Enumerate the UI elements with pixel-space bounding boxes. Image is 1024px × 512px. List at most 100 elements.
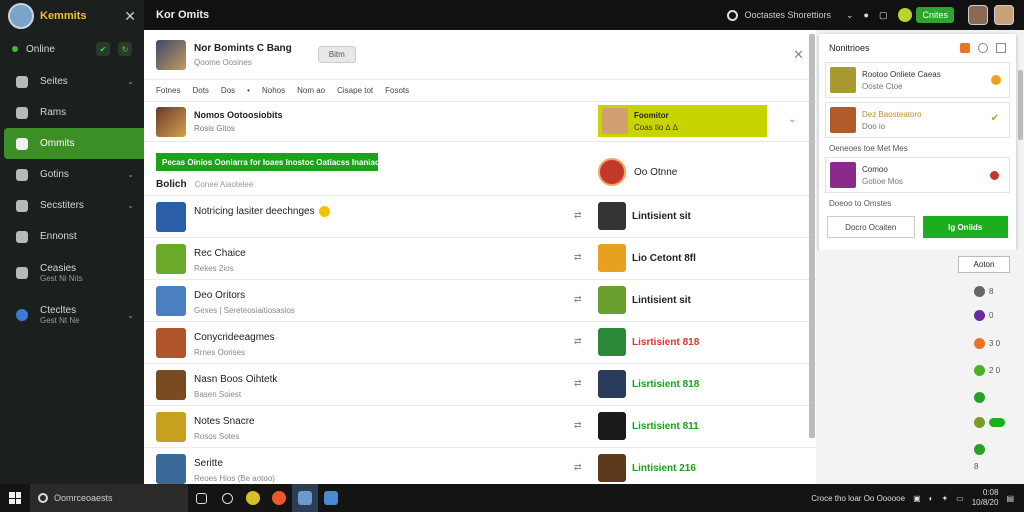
game-icon: [974, 444, 985, 455]
battery-icon[interactable]: ▭: [956, 494, 964, 503]
list-item[interactable]: Seritte Reoes Hios (Be aotoo) ⇄ Lintisient …: [144, 447, 816, 488]
right-column-header: Oo Otnne: [598, 158, 677, 186]
swap-icon[interactable]: ⇄: [574, 252, 582, 263]
sidebar-item[interactable]: Ctecltes Gest Nt Ne ⌄: [0, 294, 144, 336]
close-icon[interactable]: ✕: [124, 8, 136, 25]
tab-item[interactable]: Fosots: [385, 86, 409, 95]
settings-icon[interactable]: [978, 43, 988, 53]
card-title: Dez Baosteatoro: [862, 109, 922, 119]
notification-icon[interactable]: ●: [864, 10, 869, 20]
game-thumbnail[interactable]: [156, 39, 186, 70]
item-subtitle: Gexes | Sereteosiaitiosasios: [194, 306, 295, 315]
sidebar-item-text: Ctecltes Gest Nt Ne: [40, 305, 115, 325]
window-icon[interactable]: ▢: [879, 10, 888, 21]
list-item[interactable]: Rec Chaice Rekes 2ios ⇄ Lio Cetont 8fl: [144, 237, 816, 278]
media-icon[interactable]: [266, 484, 292, 512]
sidebar-item[interactable]: Rams: [0, 97, 144, 128]
stat-value: 2 0: [989, 366, 1001, 375]
settings-icon[interactable]: ✦: [941, 494, 948, 503]
swap-icon[interactable]: ⇄: [574, 210, 582, 221]
notification-center-icon[interactable]: ▤: [1006, 494, 1014, 503]
section-label: Oeneoes toe Met Mes: [829, 144, 908, 153]
tab-item[interactable]: Fotnes: [156, 86, 180, 95]
sidebar-item[interactable]: Secstiters ⌄: [0, 190, 144, 221]
item-title: Conycrideeagmes: [194, 332, 275, 343]
right-column-title: Oo Otnne: [634, 166, 678, 178]
action-button[interactable]: Aoton: [958, 256, 1010, 273]
taskbar-search[interactable]: Oomrceoaests: [30, 484, 188, 512]
secondary-button[interactable]: Docro Ocaiten: [827, 216, 915, 238]
sidebar-header: Kemmits ✕: [0, 0, 144, 32]
main-scrollbar[interactable]: [809, 34, 815, 438]
sidebar-item[interactable]: Ommits: [4, 128, 144, 159]
sidebar-item[interactable]: Seites ⌄: [0, 66, 144, 97]
sidebar-item-sublabel: Gest Nt Ne: [40, 316, 80, 325]
game-thumbnail: [156, 202, 186, 232]
app-icon[interactable]: [240, 484, 266, 512]
primary-button[interactable]: Ig Oniids: [922, 216, 1008, 238]
close-icon[interactable]: ✕: [793, 47, 804, 63]
highlight-subtitle: Coas tio ∆ ∆: [634, 122, 678, 132]
sidebar-item[interactable]: Ennonst: [0, 221, 144, 252]
list-item[interactable]: Deo Oritors Gexes | Sereteosiaitiosasios ⇄…: [144, 279, 816, 320]
toggle-on-icon[interactable]: [989, 418, 1005, 427]
app-logo: [8, 3, 34, 29]
card-title: Rootoo Onliete Caeas: [862, 69, 941, 79]
header-button[interactable]: Bitm: [317, 46, 356, 63]
chevron-down-icon[interactable]: ⌄: [788, 114, 796, 125]
chat-icon[interactable]: [214, 484, 240, 512]
swap-icon[interactable]: ⇄: [574, 336, 582, 347]
card-subtitle: Doo io: [862, 121, 886, 131]
start-button[interactable]: [0, 484, 30, 512]
list-item: 2 0: [974, 365, 1000, 376]
list-item[interactable]: Nasn Boos Oihtetk Basen Soiest ⇄ Lisrtisien…: [144, 363, 816, 404]
page-scrollbar[interactable]: [1018, 70, 1023, 140]
sidebar-item[interactable]: Gotins ⌄: [0, 159, 144, 190]
volume-icon[interactable]: ◐: [929, 494, 934, 503]
task-view-icon[interactable]: [188, 484, 214, 512]
list-item[interactable]: Conycrideeagmes Rrnes Oorises ⇄ Lisrtisient…: [144, 321, 816, 362]
featured-highlight[interactable]: Foomitor Coas tio ∆ ∆: [598, 105, 767, 137]
swap-icon[interactable]: ⇄: [574, 378, 582, 389]
coin-icon: [898, 8, 913, 22]
avatar[interactable]: [598, 158, 626, 186]
tab-item[interactable]: Cisape tot: [337, 86, 373, 95]
swap-icon[interactable]: ⇄: [574, 420, 582, 431]
avatar[interactable]: [968, 5, 988, 25]
online-status[interactable]: Online ✔ ↻: [6, 34, 138, 64]
search-box[interactable]: Ooctastes Shorettiors: [727, 9, 831, 21]
notification-card[interactable]: Comoo Gotioe Mos: [825, 157, 1010, 193]
swap-icon[interactable]: ⇄: [574, 462, 582, 473]
notification-card[interactable]: Rootoo Onliete Caeas Ooste Ctoe: [825, 62, 1010, 98]
chevron-down-icon[interactable]: ⌄: [846, 10, 854, 21]
item-subtitle: Rosos Sotes: [194, 432, 240, 441]
folder-icon[interactable]: [292, 484, 318, 512]
pin-icon[interactable]: [996, 43, 1006, 53]
item-title-text: Nasn Boos Oihtetk: [194, 374, 278, 385]
tab-item[interactable]: Dos: [221, 86, 235, 95]
status-button[interactable]: Cnites: [916, 7, 954, 23]
list-item[interactable]: Notes Snacre Rosos Sotes ⇄ Lisrtisient 811: [144, 405, 816, 446]
photos-icon[interactable]: [318, 484, 344, 512]
tab-item[interactable]: •: [247, 86, 250, 95]
rooms-icon: [16, 106, 28, 119]
avatar-secondary[interactable]: [994, 5, 1014, 25]
tab-item[interactable]: Dots: [192, 86, 208, 95]
promo-banner[interactable]: Pecas Oinios Ooniarra for Ioaes Inostoc …: [156, 153, 378, 171]
tab-item[interactable]: Nohos: [262, 86, 285, 95]
item-status: Lisrtisient 818: [632, 379, 700, 390]
tab-item[interactable]: Nom ao: [297, 86, 325, 95]
fire-icon[interactable]: [960, 43, 970, 53]
swap-icon[interactable]: ⇄: [574, 294, 582, 305]
notification-card[interactable]: Dez Baosteatoro Doo io ✔: [825, 102, 1010, 138]
card-thumbnail: [830, 107, 856, 133]
network-icon[interactable]: ▣: [913, 494, 921, 503]
item-title-text: Notes Snacre: [194, 416, 255, 427]
clock[interactable]: 0:08 10/8/20: [972, 488, 999, 508]
item-subtitle: Rekes 2ios: [194, 264, 234, 273]
sidebar-item[interactable]: Ceasies Gest Ni Nits: [0, 252, 144, 294]
refresh-icon[interactable]: ↻: [118, 42, 132, 56]
item-title: Notes Snacre: [194, 416, 255, 427]
list-item[interactable]: Notricing lasiter deechnges ⇄ Lintisient s…: [144, 195, 816, 236]
item-status: Lintisient sit: [632, 211, 691, 222]
